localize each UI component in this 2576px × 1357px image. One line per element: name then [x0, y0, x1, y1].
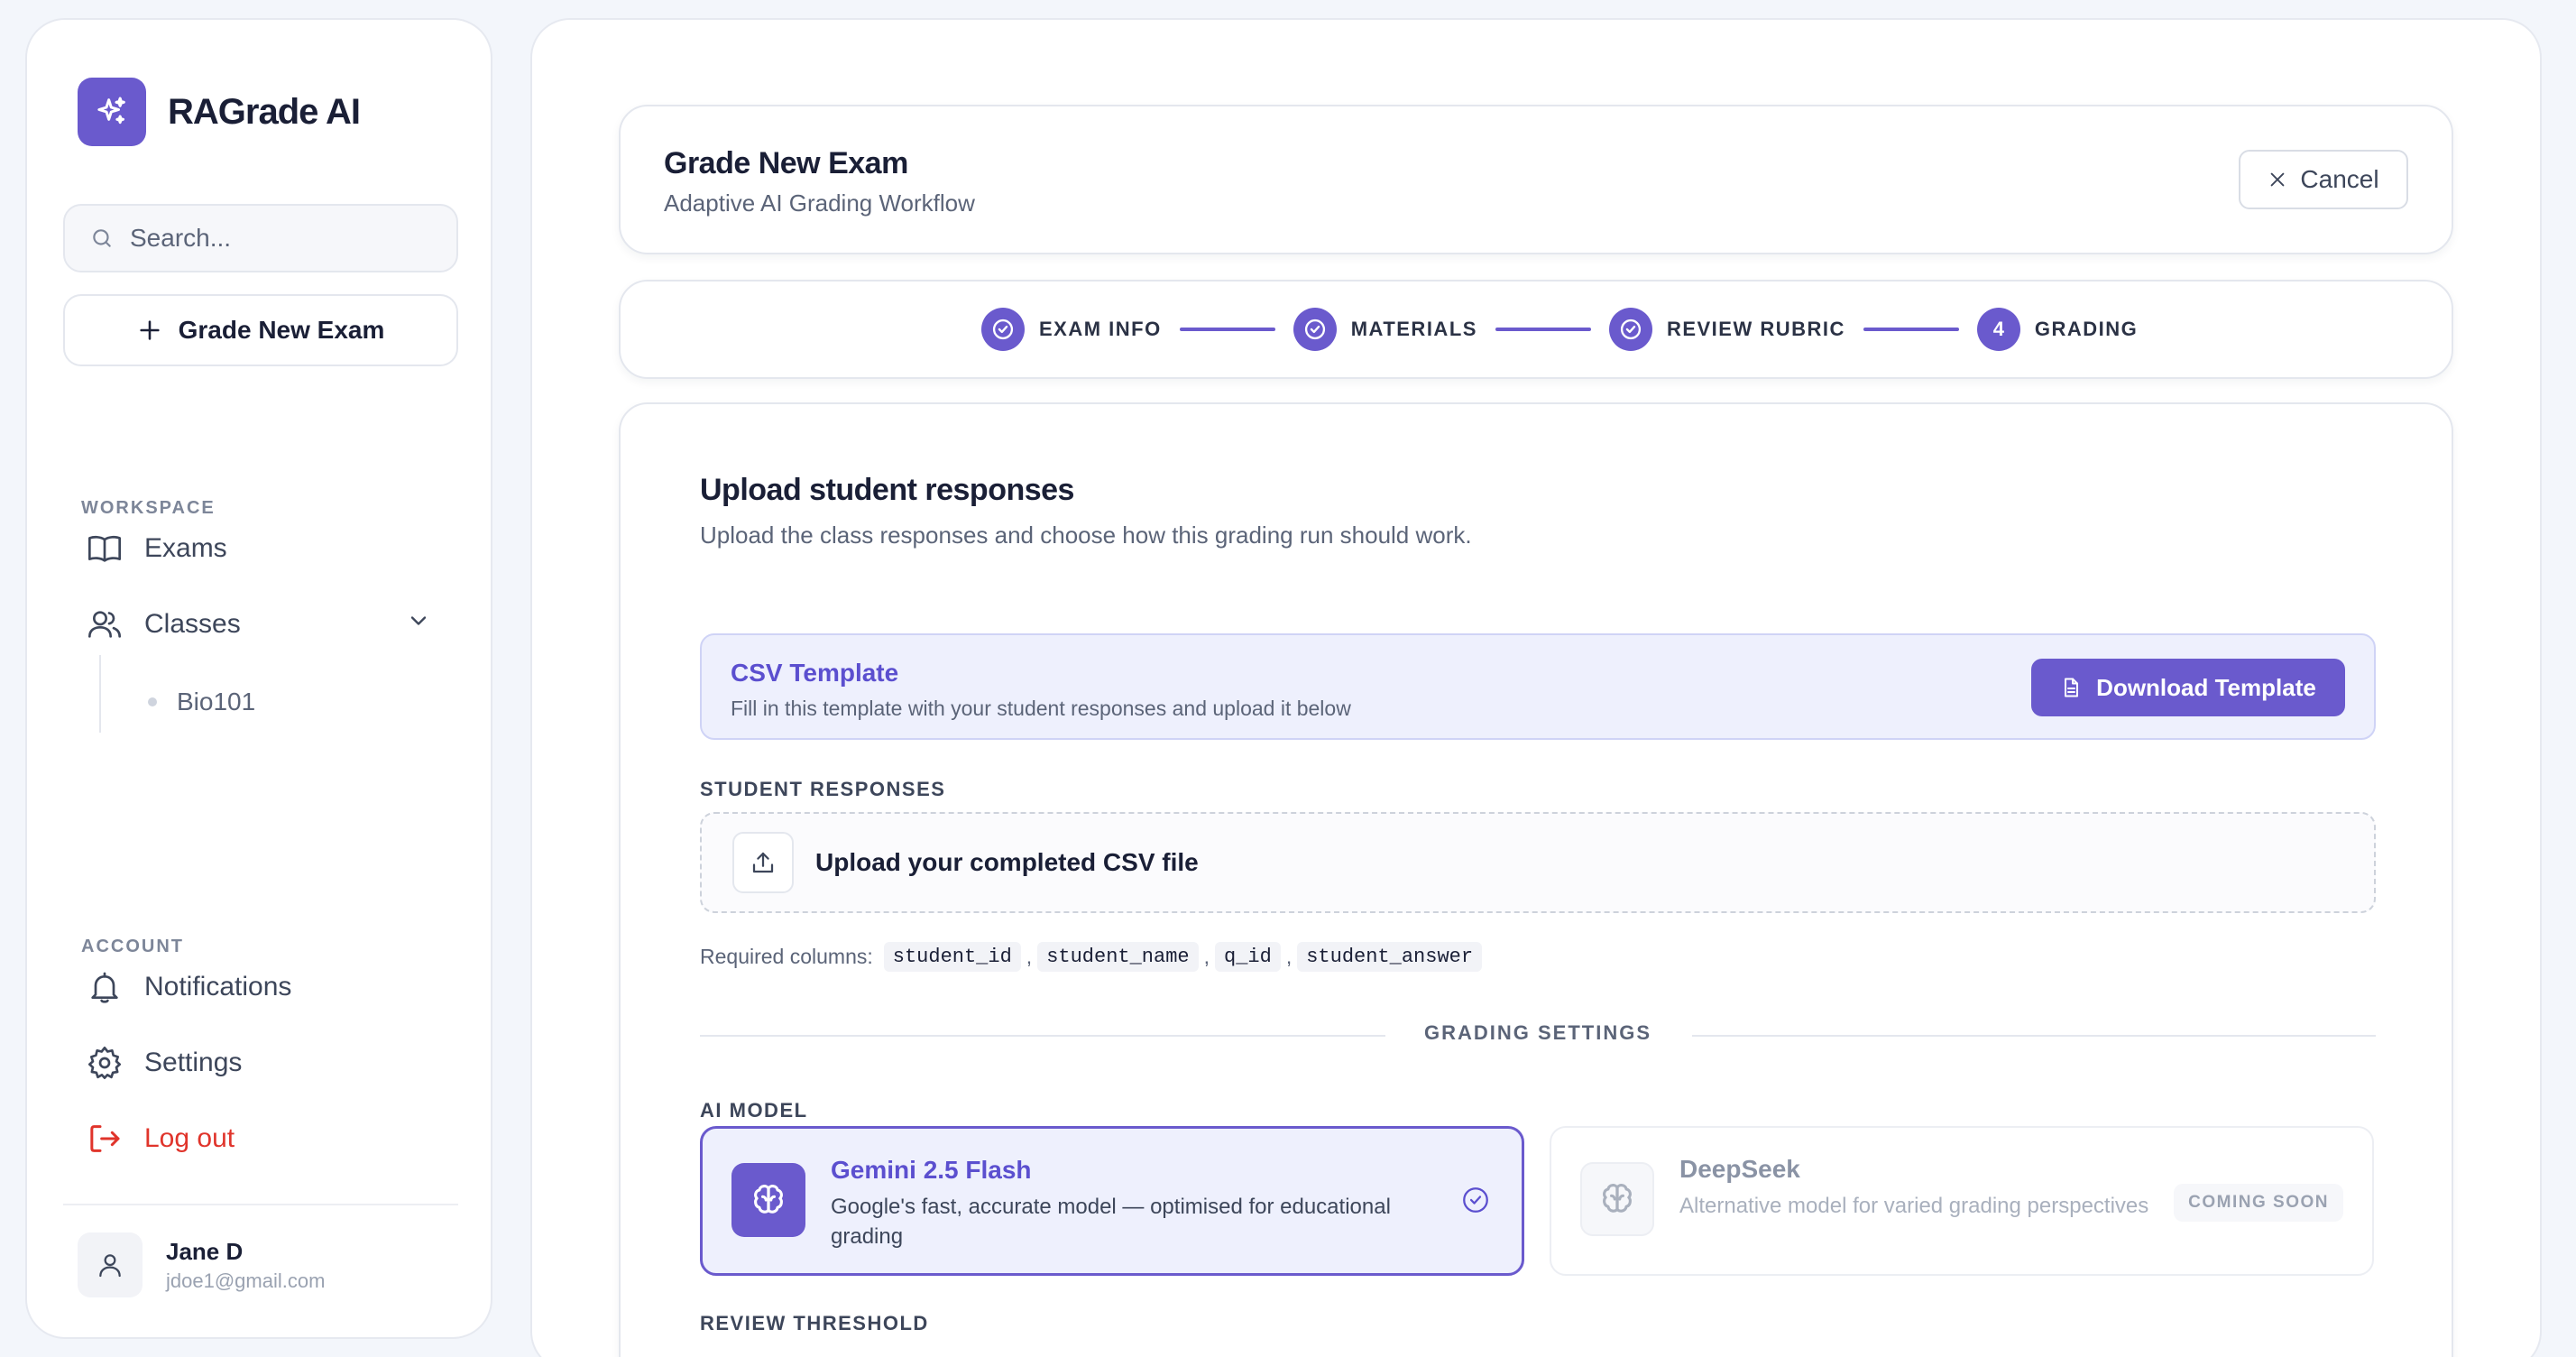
upload-card: Upload student responses Upload the clas…	[619, 402, 2453, 1357]
user-email: jdoe1@gmail.com	[166, 1269, 326, 1292]
coming-soon-badge: COMING SOON	[2174, 1184, 2343, 1222]
brain-icon	[1580, 1162, 1654, 1236]
search-box[interactable]	[63, 204, 458, 272]
sidebar-item-label: Settings	[144, 1048, 243, 1077]
user-name: Jane D	[166, 1237, 244, 1265]
step-connector	[1495, 328, 1591, 331]
model-option-gemini[interactable]: Gemini 2.5 Flash Google's fast, accurate…	[700, 1126, 1524, 1276]
column-separator: ,	[1203, 945, 1210, 968]
upload-icon	[732, 832, 794, 893]
grading-settings-divider: GRADING SETTINGS	[700, 1021, 2376, 1048]
stepper-card: EXAM INFO MATERIALS REVIEW RUBRIC 4 GRAD…	[619, 280, 2453, 379]
sidebar-item-label: Exams	[144, 533, 227, 563]
step-label: MATERIALS	[1350, 318, 1477, 340]
model-description: Google's fast, accurate model — optimise…	[831, 1195, 1391, 1249]
header-card: Grade New Exam Adaptive AI Grading Workf…	[619, 105, 2453, 254]
subitem-label: Bio101	[177, 688, 256, 715]
search-input[interactable]	[130, 224, 437, 253]
review-threshold-label: REVIEW THRESHOLD	[700, 1312, 929, 1334]
search-icon	[90, 226, 114, 250]
student-responses-label: STUDENT RESPONSES	[700, 778, 946, 800]
sidebar-item-classes[interactable]: Classes	[87, 606, 241, 642]
section-subtitle: Upload the class responses and choose ho…	[700, 522, 1472, 549]
column-code: student_id	[883, 942, 1021, 972]
grade-new-exam-label: Grade New Exam	[178, 316, 385, 344]
plus-icon	[137, 318, 162, 343]
workspace-section-label: WORKSPACE	[81, 498, 216, 518]
sidebar-item-settings[interactable]: Settings	[87, 1045, 242, 1081]
step-exam-info[interactable]: EXAM INFO	[981, 308, 1162, 351]
section-title: Upload student responses	[700, 473, 1074, 507]
step-label: REVIEW RUBRIC	[1666, 318, 1845, 340]
step-materials[interactable]: MATERIALS	[1293, 308, 1477, 351]
column-code: q_id	[1215, 942, 1281, 972]
step-grading[interactable]: 4 GRADING	[1976, 308, 2139, 351]
sidebar-item-exams[interactable]: Exams	[87, 531, 227, 567]
account-section-label: ACCOUNT	[81, 937, 184, 956]
check-circle-icon	[1460, 1185, 1491, 1215]
column-separator: ,	[1026, 945, 1033, 968]
bullet-dot	[148, 697, 157, 706]
sidebar-item-label: Classes	[144, 609, 241, 639]
model-option-deepseek: DeepSeek Alternative model for varied gr…	[1550, 1126, 2374, 1276]
model-name: DeepSeek	[1679, 1155, 1800, 1183]
app-name: RAGrade AI	[168, 91, 361, 132]
check-circle-icon	[1608, 308, 1652, 351]
column-code: student_name	[1037, 942, 1199, 972]
brain-icon	[731, 1163, 805, 1237]
cancel-label: Cancel	[2300, 165, 2379, 193]
required-columns-intro: Required columns:	[700, 945, 873, 968]
template-title: CSV Template	[731, 659, 899, 687]
page-title: Grade New Exam	[664, 146, 908, 180]
grading-settings-label: GRADING SETTINGS	[1398, 1021, 1677, 1044]
file-icon	[2060, 677, 2082, 698]
step-review-rubric[interactable]: REVIEW RUBRIC	[1608, 308, 1845, 351]
step-number: 4	[1976, 308, 2020, 351]
step-connector	[1863, 328, 1959, 331]
book-open-icon	[87, 531, 123, 567]
avatar	[78, 1232, 143, 1297]
template-description: Fill in this template with your student …	[731, 697, 1351, 720]
chevron-down-icon[interactable]	[406, 608, 431, 633]
sub-nav-line	[99, 655, 101, 733]
bell-icon	[87, 969, 123, 1005]
brand[interactable]: RAGrade AI	[78, 78, 361, 146]
sidebar-divider	[63, 1204, 458, 1205]
cancel-button[interactable]: Cancel	[2239, 150, 2408, 209]
user-profile[interactable]: Jane D jdoe1@gmail.com	[78, 1232, 325, 1297]
users-icon	[87, 606, 123, 642]
logout-icon	[87, 1121, 123, 1157]
model-description: Alternative model for varied grading per…	[1679, 1194, 2149, 1218]
step-label: EXAM INFO	[1039, 318, 1162, 340]
step-label: GRADING	[2034, 318, 2139, 340]
gear-icon	[87, 1045, 123, 1081]
grade-new-exam-button[interactable]: Grade New Exam	[63, 294, 458, 366]
sparkles-icon	[78, 78, 146, 146]
stepper: EXAM INFO MATERIALS REVIEW RUBRIC 4 GRAD…	[981, 307, 2138, 352]
sidebar-item-logout[interactable]: Log out	[87, 1121, 235, 1157]
column-code: student_answer	[1297, 942, 1483, 972]
check-circle-icon	[1293, 308, 1337, 351]
model-name: Gemini 2.5 Flash	[831, 1156, 1032, 1184]
csv-dropzone[interactable]: Upload your completed CSV file	[700, 812, 2376, 913]
sidebar-item-label: Notifications	[144, 972, 292, 1002]
check-circle-icon	[981, 308, 1025, 351]
csv-template-box: CSV Template Fill in this template with …	[700, 633, 2376, 740]
ai-model-label: AI MODEL	[700, 1099, 808, 1122]
sidebar-subitem-bio101[interactable]: Bio101	[148, 688, 255, 716]
page-subtitle: Adaptive AI Grading Workflow	[664, 189, 975, 217]
sidebar: RAGrade AI Grade New Exam WORKSPACE Exam…	[25, 18, 492, 1339]
column-separator: ,	[1285, 945, 1293, 968]
sidebar-item-label: Log out	[144, 1123, 235, 1153]
download-template-button[interactable]: Download Template	[2031, 659, 2345, 716]
download-template-label: Download Template	[2096, 673, 2316, 701]
step-connector	[1179, 328, 1275, 331]
required-columns: Required columns: student_id , student_n…	[700, 942, 1483, 972]
sidebar-item-notifications[interactable]: Notifications	[87, 969, 291, 1005]
close-icon	[2268, 170, 2287, 189]
dropzone-label: Upload your completed CSV file	[815, 848, 1199, 876]
